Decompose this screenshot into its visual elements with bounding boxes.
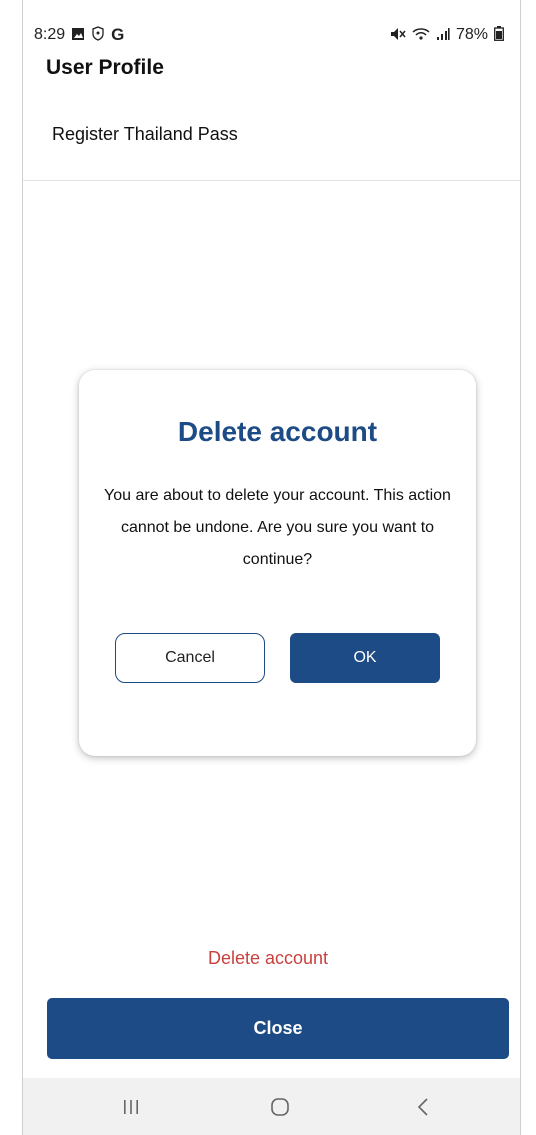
wifi-icon [412, 27, 430, 44]
signal-icon [436, 27, 450, 44]
delete-account-dialog: Delete account You are about to delete y… [79, 370, 476, 756]
close-button-label: Close [253, 1018, 303, 1038]
home-icon[interactable] [260, 1092, 300, 1122]
system-nav-bar [23, 1078, 520, 1135]
battery-icon [494, 26, 504, 44]
register-thailand-pass-item[interactable]: Register Thailand Pass [52, 124, 238, 145]
ok-button[interactable]: OK [290, 633, 440, 683]
page-title: User Profile [46, 56, 164, 79]
dialog-title: Delete account [177, 416, 378, 447]
status-bar: 8:29 G 78% [34, 24, 504, 46]
gallery-icon [71, 27, 85, 44]
header-divider [23, 180, 520, 181]
back-icon[interactable] [403, 1092, 443, 1122]
google-icon: G [111, 25, 125, 44]
dialog-message: You are about to delete your account. Th… [104, 487, 451, 568]
ok-button-label: OK [353, 649, 377, 666]
close-button[interactable]: Close [47, 998, 509, 1059]
cancel-button[interactable]: Cancel [115, 633, 265, 683]
mute-icon [390, 27, 406, 44]
recents-icon[interactable] [111, 1092, 151, 1122]
cancel-button-label: Cancel [165, 649, 215, 666]
shield-icon [91, 26, 105, 44]
status-time: 8:29 [34, 26, 66, 43]
delete-account-link[interactable]: Delete account [0, 948, 536, 969]
battery-percent: 78% [455, 26, 488, 43]
status-left: 8:29 G [34, 25, 124, 45]
status-right: 78% [390, 26, 504, 44]
